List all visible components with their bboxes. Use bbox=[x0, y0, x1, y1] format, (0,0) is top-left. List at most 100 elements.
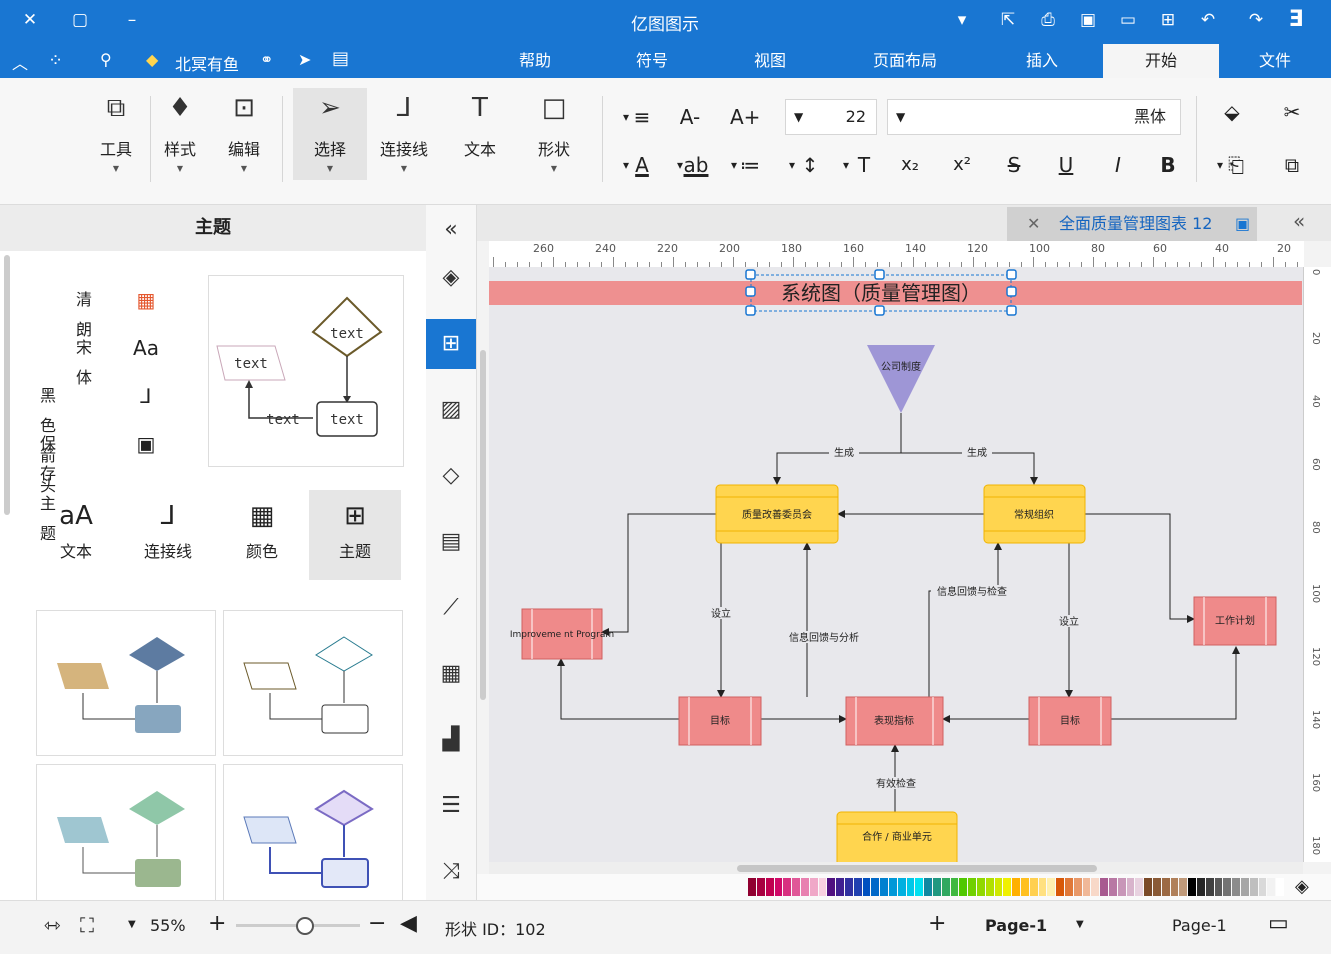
node-target-right[interactable]: 目标 bbox=[1028, 696, 1112, 746]
node-committee[interactable]: 质量改善委员会 bbox=[715, 484, 839, 544]
color-swatch[interactable] bbox=[1056, 878, 1064, 896]
page-panel-icon[interactable]: ▭ bbox=[1268, 911, 1289, 936]
image-icon[interactable]: ▨ bbox=[426, 385, 476, 435]
layers-icon[interactable]: ◇ bbox=[426, 451, 476, 501]
color-swatch[interactable] bbox=[1161, 878, 1170, 896]
color-swatch[interactable] bbox=[827, 878, 836, 896]
superscript-icon[interactable]: x² bbox=[948, 151, 976, 179]
color-swatch[interactable] bbox=[1126, 878, 1135, 896]
color-swatch[interactable] bbox=[1144, 878, 1152, 896]
new-icon[interactable]: ⊞ bbox=[1156, 8, 1180, 32]
collapse-ribbon-icon[interactable]: ︿ bbox=[12, 50, 28, 74]
puzzle-icon[interactable]: ▟ bbox=[426, 715, 476, 765]
color-swatch[interactable] bbox=[968, 878, 976, 896]
color-swatch[interactable] bbox=[1082, 878, 1091, 896]
zoom-slider[interactable] bbox=[236, 917, 360, 935]
list-icon[interactable]: ≔ bbox=[736, 151, 764, 179]
color-swatch[interactable] bbox=[950, 878, 959, 896]
color-swatch[interactable] bbox=[757, 878, 765, 896]
theme-thumbnail[interactable] bbox=[36, 764, 216, 910]
color-swatch[interactable] bbox=[1021, 878, 1029, 896]
color-swatch[interactable] bbox=[748, 878, 756, 896]
theme-theme-button[interactable]: ⊞ 主题 bbox=[309, 490, 401, 580]
shape-button[interactable]: □ 形状 ▼ bbox=[522, 88, 586, 180]
color-swatch[interactable] bbox=[1047, 878, 1056, 896]
notes-icon[interactable]: ▤ bbox=[332, 48, 349, 69]
color-swatch[interactable] bbox=[1223, 878, 1232, 896]
color-swatch[interactable] bbox=[1258, 878, 1267, 896]
fit-width-icon[interactable]: ⇿ bbox=[44, 913, 61, 937]
color-swatch[interactable] bbox=[1100, 878, 1108, 896]
subscript-icon[interactable]: x₂ bbox=[896, 151, 924, 179]
diagram[interactable]: 系统图（质量管理图） 公司制度 生成 生成 设立 设立 信息回馈与分析 信息回馈… bbox=[489, 267, 1303, 862]
color-swatch[interactable] bbox=[1249, 878, 1258, 896]
color-swatch[interactable] bbox=[897, 878, 906, 896]
zoom-value[interactable]: 55% bbox=[150, 916, 186, 935]
text-button[interactable]: T 文本 bbox=[448, 88, 512, 180]
color-swatch[interactable] bbox=[1232, 878, 1240, 896]
color-swatch[interactable] bbox=[1091, 878, 1100, 896]
font-color-icon[interactable]: A bbox=[628, 151, 656, 179]
zoom-slider-knob[interactable] bbox=[296, 917, 314, 935]
color-swatch[interactable] bbox=[853, 878, 862, 896]
theme-thumbnail[interactable] bbox=[223, 764, 403, 910]
color-swatch[interactable] bbox=[809, 878, 818, 896]
color-swatch[interactable] bbox=[1038, 878, 1047, 896]
copy-icon[interactable]: ⧉ bbox=[1278, 151, 1306, 179]
color-swatch[interactable] bbox=[1135, 878, 1144, 896]
redo-icon[interactable]: ↷ bbox=[1244, 8, 1268, 32]
color-swatch[interactable] bbox=[1109, 878, 1117, 896]
fill-icon[interactable]: ◈ bbox=[426, 253, 476, 303]
minimize-icon[interactable]: – bbox=[120, 8, 144, 32]
color-swatch[interactable] bbox=[783, 878, 792, 896]
italic-icon[interactable]: I bbox=[1104, 151, 1132, 179]
member-icon[interactable]: ◆ bbox=[146, 50, 158, 69]
notes-icon[interactable]: ▤ bbox=[426, 517, 476, 567]
font-size-select[interactable]: ▼ 22 bbox=[785, 99, 877, 135]
page-selector[interactable]: Page-1 bbox=[1172, 916, 1227, 935]
color-swatch[interactable] bbox=[1073, 878, 1082, 896]
scrollbar-thumb[interactable] bbox=[737, 865, 1097, 872]
tab-symbols[interactable]: 符号 bbox=[622, 44, 682, 78]
font-family-select[interactable]: ▼ 黑体 bbox=[887, 99, 1181, 135]
font-shrink-icon[interactable]: A- bbox=[676, 103, 704, 131]
color-swatch[interactable] bbox=[1241, 878, 1249, 896]
node-company[interactable] bbox=[867, 345, 935, 413]
tab-insert[interactable]: 插入 bbox=[1012, 44, 1072, 78]
color-swatch[interactable] bbox=[845, 878, 853, 896]
color-swatch[interactable] bbox=[774, 878, 783, 896]
maximize-icon[interactable]: ▢ bbox=[68, 8, 92, 32]
color-swatch[interactable] bbox=[1179, 878, 1188, 896]
tab-view[interactable]: 视图 bbox=[740, 44, 800, 78]
color-palette[interactable]: ◈ bbox=[477, 874, 1331, 900]
chevron-down-icon[interactable]: ▼ bbox=[128, 919, 136, 930]
line-spacing-icon[interactable]: ↕ bbox=[796, 151, 824, 179]
color-swatch[interactable] bbox=[792, 878, 800, 896]
color-swatch[interactable] bbox=[836, 878, 844, 896]
color-swatch[interactable] bbox=[1205, 878, 1214, 896]
scrollbar[interactable] bbox=[480, 350, 486, 700]
pointer-icon[interactable]: ➤ bbox=[298, 50, 311, 69]
color-swatch[interactable] bbox=[924, 878, 932, 896]
cut-icon[interactable]: ✂ bbox=[1278, 98, 1306, 126]
e-logo-icon[interactable]: Ǝ bbox=[1284, 8, 1308, 32]
node-target-left[interactable]: 目标 bbox=[678, 696, 762, 746]
horizontal-scrollbar[interactable] bbox=[489, 862, 1303, 874]
bold-icon[interactable]: B bbox=[1154, 151, 1182, 179]
chart-icon[interactable]: ⟋ bbox=[426, 583, 476, 633]
color-swatch[interactable] bbox=[1170, 878, 1179, 896]
add-page-icon[interactable]: + bbox=[928, 911, 946, 936]
tab-file[interactable]: 文件 bbox=[1245, 44, 1305, 78]
color-swatch[interactable] bbox=[1065, 878, 1073, 896]
color-swatch[interactable] bbox=[1012, 878, 1020, 896]
tools-button[interactable]: ⧉ 工具 ▼ bbox=[84, 88, 148, 180]
save-icon[interactable]: ▣ bbox=[1076, 8, 1100, 32]
color-swatch[interactable] bbox=[871, 878, 880, 896]
edit-button[interactable]: ⊡ 编辑 ▼ bbox=[212, 88, 276, 180]
color-swatch[interactable] bbox=[880, 878, 888, 896]
color-swatch[interactable] bbox=[985, 878, 994, 896]
color-swatch[interactable] bbox=[1197, 878, 1205, 896]
play-icon[interactable]: ◀ bbox=[400, 911, 417, 936]
color-swatch[interactable] bbox=[1188, 878, 1196, 896]
export-icon[interactable]: ⇱ bbox=[996, 8, 1020, 32]
